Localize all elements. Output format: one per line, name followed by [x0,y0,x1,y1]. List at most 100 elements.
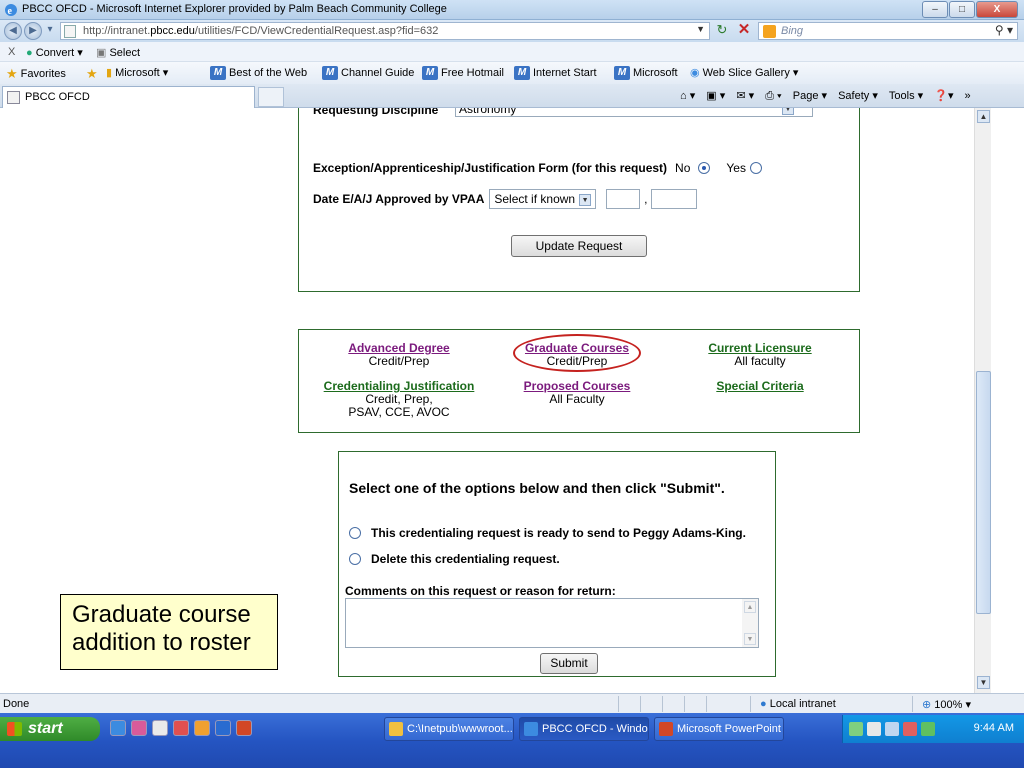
app-quicklaunch-icon[interactable] [194,720,210,736]
scroll-down-icon[interactable]: ▼ [744,633,756,645]
security-zone[interactable]: ● Local intranet [760,698,836,710]
approval-date-label: Date E/A/J Approved by VPAA [313,192,485,206]
more-chevron-icon[interactable]: » [965,90,971,102]
exception-label: Exception/Apprenticeship/Justification F… [313,161,668,175]
favorites-item-web-slice-gallery[interactable]: ◉ Web Slice Gallery ▾ [690,66,798,79]
task-ie-pbcc-ofcd[interactable]: PBCC OFCD - Windo... [519,717,649,741]
add-favorite-button[interactable]: ★ [86,66,101,82]
home-icon[interactable]: ⌂ ▾ [680,90,695,102]
address-toolbar: ◀ ▶ ▾ http://intranet.pbcc.edu/utilities… [0,20,1024,42]
requesting-discipline-select[interactable]: Astronomy ▼ [455,108,813,117]
submit-button[interactable]: Submit [540,653,598,674]
comments-scrollbar[interactable]: ▲ ▼ [742,599,758,647]
network-signal-icon[interactable] [849,722,863,736]
task-explorer-folder[interactable]: C:\Inetpub\wwwroot... [384,717,514,741]
favorites-button[interactable]: ★ Favorites [6,66,66,82]
minimize-button[interactable]: – [922,1,948,18]
msn-icon: M [614,66,630,80]
page-menu[interactable]: Page ▾ [793,90,827,102]
task-powerpoint[interactable]: Microsoft PowerPoint ... [654,717,784,741]
page-icon [7,91,20,104]
current-licensure-cell: Current Licensure All faculty [671,342,849,368]
tray-app-icon[interactable] [921,722,935,736]
zoom-level[interactable]: ⊕ 100% ▾ [922,698,971,711]
system-tray: 9:44 AM [842,715,1024,743]
exception-no-radio[interactable] [698,162,711,174]
msn-icon: M [210,66,226,80]
windows-logo-icon [7,722,22,736]
favorites-item-best-of-web[interactable]: M Best of the Web [210,66,307,80]
msn-icon: M [422,66,438,80]
special-criteria-link[interactable]: Special Criteria [671,380,849,393]
ie-quicklaunch-icon[interactable] [110,720,126,736]
window-title: PBCC OFCD - Microsoft Internet Explorer … [22,3,447,15]
folder-icon [389,722,403,736]
back-button[interactable]: ◀ [4,22,22,40]
approval-day-input[interactable] [606,189,641,209]
annotation-callout: Graduate course addition to roster [60,594,278,670]
window-title-bar: e PBCC OFCD - Microsoft Internet Explore… [0,0,1024,20]
close-button[interactable]: X [976,1,1018,18]
delete-request-radio[interactable] [349,553,361,565]
feeds-icon[interactable]: ▣ ▾ [706,90,725,102]
safety-menu[interactable]: Safety ▾ [838,90,878,102]
scroll-up-icon[interactable]: ▲ [977,110,990,123]
address-dropdown-icon[interactable]: ▼ [696,24,705,34]
delete-option-row: Delete this credentialing request. [349,552,560,566]
folder-icon: ▮ [106,67,113,79]
app-quicklaunch-icon[interactable] [152,720,168,736]
favorites-item-free-hotmail[interactable]: M Free Hotmail [422,66,504,80]
scroll-up-icon[interactable]: ▲ [744,601,756,613]
network-icon[interactable] [885,722,899,736]
svg-text:e: e [8,6,13,17]
address-field[interactable]: http://intranet.pbcc.edu/utilities/FCD/V… [60,22,710,40]
exception-yes-radio[interactable] [749,162,762,174]
web-slice-icon: ◉ [690,67,700,79]
favorites-bar: ★ Favorites ★ ▮ Microsoft ▾ M Best of the W… [0,62,1024,84]
forward-button[interactable]: ▶ [24,22,42,40]
favorites-item-microsoft[interactable]: M Microsoft [614,66,678,80]
powerpoint-icon [659,722,673,736]
new-tab-button[interactable] [258,87,284,107]
print-icon[interactable]: ⎙ ▾ [765,90,781,102]
select-button[interactable]: ▣ Select [96,46,140,59]
powerpoint-quicklaunch-icon[interactable] [236,720,252,736]
search-field[interactable]: Bing ⚲ ▾ [758,22,1018,40]
recent-pages-dropdown[interactable]: ▾ [44,22,56,40]
tray-app-icon[interactable] [903,722,917,736]
comments-textarea[interactable]: ▲ ▼ [345,598,759,648]
page-scrollbar[interactable]: ▲ ▼ [974,108,991,693]
app-quicklaunch-icon[interactable] [215,720,231,736]
search-icon[interactable]: ⚲ ▾ [995,23,1013,37]
close-toolbar-icon[interactable]: X [8,46,15,58]
refresh-icon[interactable]: ↻ [712,22,732,40]
app-quicklaunch-icon[interactable] [131,720,147,736]
maximize-button[interactable]: □ [949,1,975,18]
start-button[interactable]: start [0,717,100,741]
tab-pbcc-ofcd[interactable]: PBCC OFCD [2,86,255,108]
stop-icon[interactable]: ✕ [734,22,754,40]
requesting-discipline-row: Requesting Discipline [313,108,438,117]
send-request-radio[interactable] [349,527,361,539]
favorites-item-internet-start[interactable]: M Internet Start [514,66,597,80]
help-icon[interactable]: ❓▾ [934,90,953,102]
convert-button[interactable]: ● Convert ▾ [26,46,83,59]
scrollbar-thumb[interactable] [976,371,991,614]
volume-icon[interactable] [867,722,881,736]
advanced-degree-sub: Credit/Prep [368,354,430,368]
favorites-item-microsoft-menu[interactable]: ▮ Microsoft ▾ [106,66,168,79]
advanced-degree-cell: Advanced Degree Credit/Prep [307,342,491,368]
approval-year-input[interactable] [651,189,698,209]
page-content: Requesting Discipline Astronomy ▼ Except… [0,108,974,693]
favorites-item-channel-guide[interactable]: M Channel Guide [322,66,414,80]
approval-month-select[interactable]: Select if known ▼ [489,189,597,209]
scroll-down-icon[interactable]: ▼ [977,676,990,689]
requesting-discipline-label: Requesting Discipline [313,108,439,117]
app-quicklaunch-icon[interactable] [173,720,189,736]
mail-icon[interactable]: ✉ ▾ [736,90,754,102]
delete-request-label: Delete this credentialing request. [371,552,560,566]
tools-menu[interactable]: Tools ▾ [889,90,923,102]
chevron-down-icon: ▼ [782,108,794,115]
date-separator: , [644,192,648,206]
update-request-button[interactable]: Update Request [511,235,647,257]
